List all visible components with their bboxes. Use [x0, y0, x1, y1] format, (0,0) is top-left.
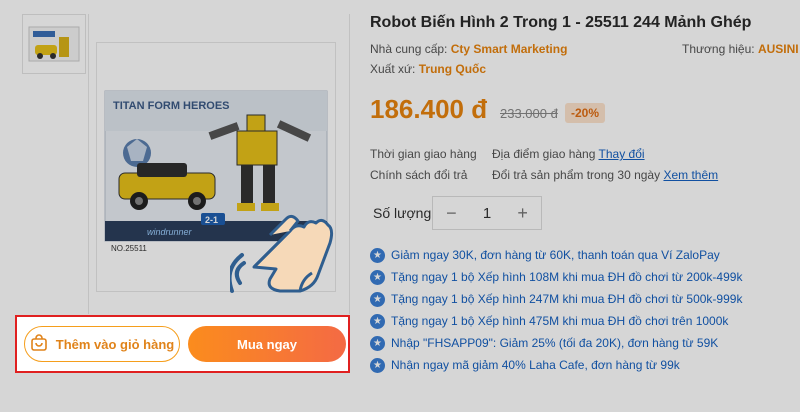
star-icon: ★: [370, 269, 385, 285]
brand-label: Thương hiệu:: [682, 42, 755, 56]
box-series-text: windrunner: [147, 227, 193, 237]
origin-value: Trung Quốc: [418, 62, 487, 76]
delivery-location-label: Địa điểm giao hàng: [492, 147, 596, 161]
supplier-label: Nhà cung cấp:: [370, 42, 448, 56]
product-thumbnail[interactable]: [22, 14, 86, 74]
product-price: 186.400 đ: [370, 94, 488, 124]
quantity-stepper: − 1 +: [432, 196, 542, 230]
star-icon: ★: [370, 335, 385, 351]
promotion-text: Nhận ngay mã giảm 40% Laha Cafe, đơn hàn…: [391, 358, 680, 372]
delivery-time-label: Thời gian giao hàng: [370, 147, 477, 161]
buy-now-button[interactable]: Mua ngay: [188, 326, 346, 362]
quantity-label: Số lượng:: [373, 205, 436, 221]
origin-label: Xuất xứ:: [370, 62, 416, 76]
promotion-text: Tặng ngay 1 bộ Xếp hình 108M khi mua ĐH …: [391, 270, 743, 284]
box-brand-text: TITAN FORM HEROES: [113, 100, 230, 112]
change-location-link[interactable]: Thay đổi: [599, 147, 645, 161]
supplier-row: Nhà cung cấp: Cty Smart Marketing: [370, 42, 567, 56]
pointing-hand-icon: [227, 195, 340, 305]
discount-badge: -20%: [565, 103, 606, 123]
promotion-text: Tặng ngay 1 bộ Xếp hình 475M khi mua ĐH …: [391, 314, 729, 328]
quantity-increase-button[interactable]: +: [517, 203, 528, 224]
promotion-text: Tặng ngay 1 bộ Xếp hình 247M khi mua ĐH …: [391, 292, 743, 306]
star-icon: ★: [370, 357, 385, 373]
star-icon: ★: [370, 247, 385, 263]
promotion-item[interactable]: ★ Tặng ngay 1 bộ Xếp hình 108M khi mua ĐH…: [370, 266, 742, 288]
promotion-text: Nhập "FHSAPP09": Giảm 25% (tối đa 20K), …: [391, 336, 719, 350]
add-to-cart-button[interactable]: Thêm vào giỏ hàng: [24, 326, 180, 362]
supplier-value[interactable]: Cty Smart Marketing: [451, 42, 568, 56]
return-policy-label: Chính sách đổi trả: [370, 168, 468, 182]
see-more-link[interactable]: Xem thêm: [663, 168, 718, 182]
return-policy-row: Đổi trả sản phẩm trong 30 ngày Xem thêm: [492, 168, 718, 182]
old-price: 233.000 đ: [500, 106, 558, 121]
delivery-location-row: Địa điểm giao hàng Thay đổi: [492, 147, 645, 161]
action-highlight-box: Thêm vào giỏ hàng Mua ngay: [15, 315, 350, 373]
box-badge-text: 2-1: [205, 215, 218, 225]
promotion-item[interactable]: ★ Giảm ngay 30K, đơn hàng từ 60K, thanh t…: [370, 244, 742, 266]
add-to-cart-label: Thêm vào giỏ hàng: [55, 336, 175, 352]
promotion-item[interactable]: ★ Tặng ngay 1 bộ Xếp hình 247M khi mua ĐH…: [370, 288, 742, 310]
product-title: Robot Biến Hình 2 Trong 1 - 25511 244 Mả…: [370, 14, 752, 31]
star-icon: ★: [370, 313, 385, 329]
box-model-code: NO.25511: [111, 244, 147, 253]
promotion-text: Giảm ngay 30K, đơn hàng từ 60K, thanh to…: [391, 248, 720, 262]
promotion-item[interactable]: ★ Tặng ngay 1 bộ Xếp hình 475M khi mua ĐH…: [370, 310, 742, 332]
brand-row: Thương hiệu: AUSINI: [682, 42, 799, 56]
quantity-decrease-button[interactable]: −: [446, 203, 457, 224]
brand-value[interactable]: AUSINI: [758, 42, 799, 56]
star-icon: ★: [370, 291, 385, 307]
origin-row: Xuất xứ: Trung Quốc: [370, 62, 486, 76]
promotion-item[interactable]: ★ Nhận ngay mã giảm 40% Laha Cafe, đơn hà…: [370, 354, 742, 376]
quantity-value[interactable]: 1: [483, 205, 491, 222]
promotion-item[interactable]: ★ Nhập "FHSAPP09": Giảm 25% (tối đa 20K),…: [370, 332, 742, 354]
promotion-list: ★ Giảm ngay 30K, đơn hàng từ 60K, thanh t…: [370, 244, 742, 376]
return-policy-text: Đổi trả sản phẩm trong 30 ngày: [492, 168, 661, 182]
shopping-bag-icon: [30, 333, 48, 355]
